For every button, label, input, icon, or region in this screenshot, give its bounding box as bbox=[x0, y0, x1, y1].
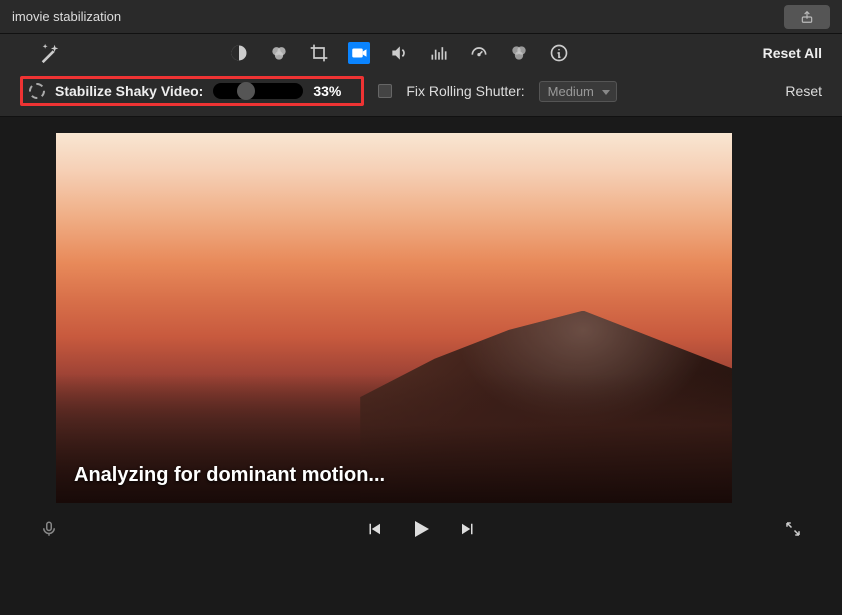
next-button[interactable] bbox=[459, 520, 477, 538]
reset-all-button[interactable]: Reset All bbox=[763, 45, 822, 61]
fullscreen-button[interactable] bbox=[784, 520, 802, 538]
expand-icon bbox=[784, 520, 802, 538]
tool-row: Reset All bbox=[0, 34, 842, 70]
skip-back-icon bbox=[365, 520, 383, 538]
microphone-icon bbox=[40, 518, 58, 540]
color-balance-icon[interactable] bbox=[228, 42, 250, 64]
stabilize-percent: 33% bbox=[313, 83, 351, 99]
inspector-panel: Reset All Stabilize Shaky Video: 33% Fix… bbox=[0, 34, 842, 117]
speed-icon[interactable] bbox=[468, 42, 490, 64]
stabilize-highlight: Stabilize Shaky Video: 33% bbox=[20, 76, 364, 106]
play-bar bbox=[0, 503, 842, 551]
info-icon[interactable] bbox=[548, 42, 570, 64]
share-button[interactable] bbox=[784, 5, 830, 29]
crop-icon[interactable] bbox=[308, 42, 330, 64]
magic-wand-icon[interactable] bbox=[39, 42, 61, 64]
slider-thumb[interactable] bbox=[237, 82, 255, 100]
spinner-icon bbox=[29, 83, 45, 99]
filters-icon[interactable] bbox=[508, 42, 530, 64]
rolling-shutter-label: Fix Rolling Shutter: bbox=[406, 83, 524, 99]
volume-icon[interactable] bbox=[388, 42, 410, 64]
skip-forward-icon bbox=[459, 520, 477, 538]
video-viewer: Analyzing for dominant motion... bbox=[56, 133, 732, 503]
play-button[interactable] bbox=[409, 517, 433, 541]
stabilization-icon[interactable] bbox=[348, 42, 370, 64]
rolling-shutter-checkbox[interactable] bbox=[378, 84, 392, 98]
analysis-status: Analyzing for dominant motion... bbox=[74, 464, 385, 487]
voiceover-button[interactable] bbox=[40, 518, 58, 540]
rolling-shutter-dropdown[interactable]: Medium bbox=[539, 81, 617, 102]
rolling-shutter-value: Medium bbox=[548, 84, 594, 99]
play-icon bbox=[409, 517, 433, 541]
stabilize-label: Stabilize Shaky Video: bbox=[55, 83, 203, 99]
noise-reduction-icon[interactable] bbox=[428, 42, 450, 64]
tool-group bbox=[228, 42, 570, 64]
color-correction-icon[interactable] bbox=[268, 42, 290, 64]
title-bar: imovie stabilization bbox=[0, 0, 842, 34]
reset-button[interactable]: Reset bbox=[785, 83, 822, 99]
play-controls bbox=[365, 517, 477, 541]
window-title: imovie stabilization bbox=[12, 9, 121, 24]
stabilize-slider[interactable] bbox=[213, 83, 303, 99]
share-icon bbox=[800, 10, 814, 24]
stabilize-row: Stabilize Shaky Video: 33% Fix Rolling S… bbox=[0, 70, 842, 116]
previous-button[interactable] bbox=[365, 520, 383, 538]
